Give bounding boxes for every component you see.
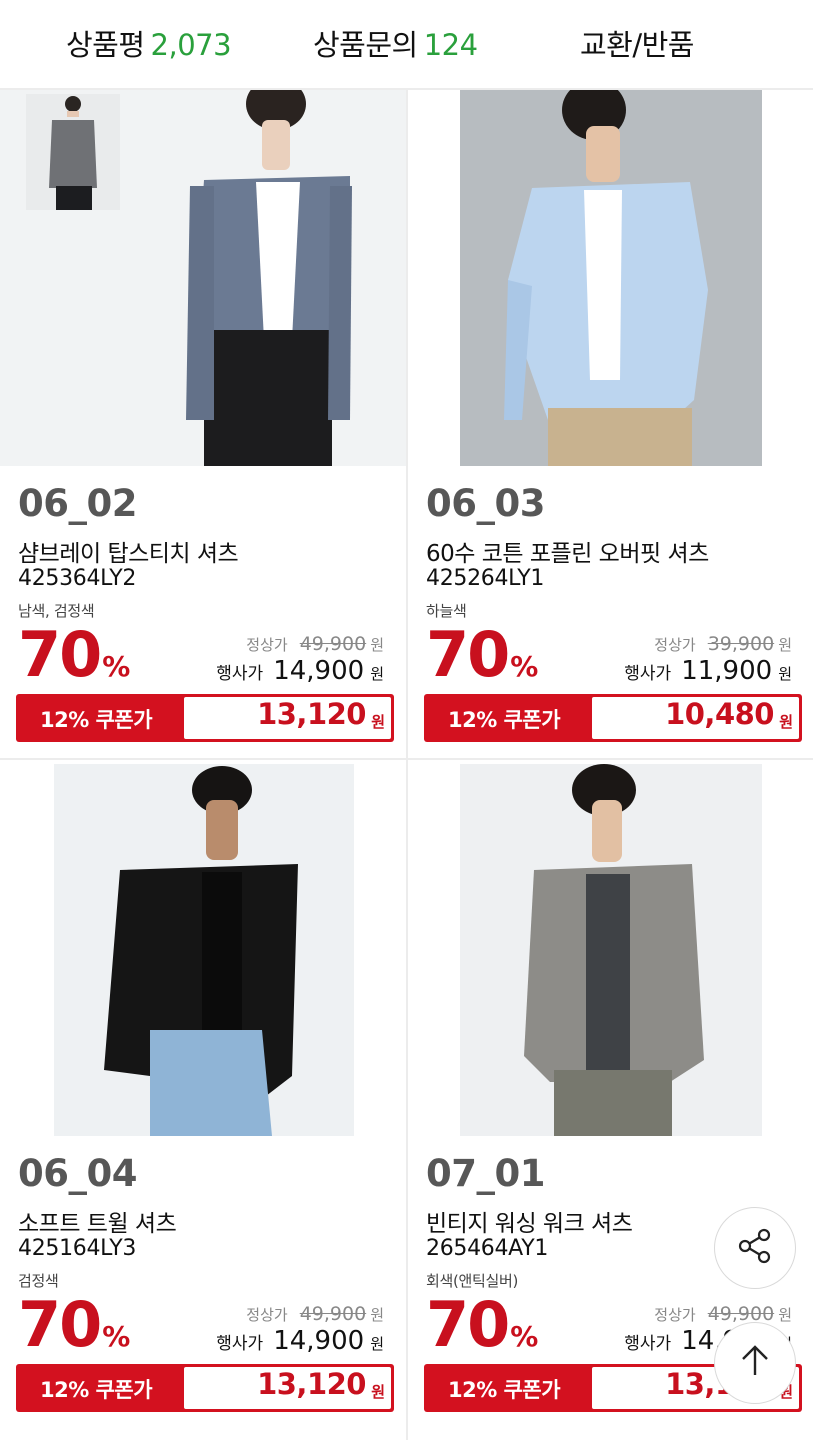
- currency-unit: 원: [370, 1335, 384, 1353]
- product-image[interactable]: [0, 90, 406, 466]
- product-code: 06_03: [426, 482, 545, 525]
- regular-price-value: 49,900: [299, 1303, 367, 1325]
- sale-price: 행사가 11,900 원: [624, 656, 792, 686]
- sale-price: 행사가 14,900 원: [216, 1326, 384, 1356]
- coupon-price-value: 13,120: [257, 1367, 366, 1401]
- sale-price-label: 행사가: [216, 664, 264, 684]
- regular-price-label: 정상가: [654, 636, 696, 654]
- discount-value: 70: [426, 1288, 510, 1361]
- coupon-label: 12% 쿠폰가: [448, 1378, 561, 1402]
- coupon-price-bar[interactable]: 12% 쿠폰가 13,120 원: [16, 694, 394, 742]
- regular-price-value: 49,900: [707, 1303, 775, 1325]
- discount-unit: %: [102, 650, 130, 683]
- discount-value: 70: [18, 1288, 102, 1361]
- arrow-up-icon: [735, 1341, 775, 1385]
- product-card[interactable]: 06_04 소프트 트윌 셔츠 425164LY3 검정색 70% 정상가 49,…: [0, 758, 406, 1428]
- product-code: 07_01: [426, 1152, 545, 1195]
- product-sku: 425264LY1: [426, 566, 545, 591]
- currency-unit: 원: [371, 1383, 385, 1401]
- tab-reviews-count: 2,073: [150, 28, 232, 62]
- coupon-price-bar[interactable]: 12% 쿠폰가 13,120 원: [16, 1364, 394, 1412]
- coupon-price-bar[interactable]: 12% 쿠폰가 10,480 원: [424, 694, 802, 742]
- coupon-label: 12% 쿠폰가: [40, 1378, 153, 1402]
- discount-rate: 70%: [426, 1288, 538, 1361]
- product-code: 06_02: [18, 482, 137, 525]
- currency-unit: 원: [779, 713, 793, 731]
- product-image[interactable]: [408, 760, 813, 1136]
- regular-price-label: 정상가: [654, 1306, 696, 1324]
- discount-value: 70: [18, 618, 102, 691]
- coupon-price-value: 13,120: [257, 697, 366, 731]
- currency-unit: 원: [370, 665, 384, 683]
- product-name[interactable]: 빈티지 워싱 워크 셔츠: [426, 1204, 633, 1238]
- currency-unit: 원: [778, 636, 792, 654]
- tab-inquiries[interactable]: 상품문의 124: [313, 22, 478, 64]
- regular-price: 정상가 39,900 원: [654, 633, 792, 655]
- product-code: 06_04: [18, 1152, 137, 1195]
- regular-price: 정상가 49,900 원: [246, 633, 384, 655]
- detail-tab-bar: 상품평 2,073 상품문의 124 교환/반품: [0, 0, 813, 88]
- product-name[interactable]: 60수 코튼 포플린 오버핏 셔츠: [426, 534, 709, 568]
- product-name[interactable]: 소프트 트윌 셔츠: [18, 1204, 177, 1238]
- thumbnail-image: [26, 94, 120, 210]
- product-name[interactable]: 샴브레이 탑스티치 셔츠: [18, 534, 239, 568]
- discount-unit: %: [510, 1320, 538, 1353]
- sale-price-value: 14,900: [273, 656, 365, 686]
- coupon-price-value: 10,480: [665, 697, 774, 731]
- product-image[interactable]: [0, 760, 406, 1136]
- regular-price-value: 49,900: [299, 633, 367, 655]
- discount-value: 70: [426, 618, 510, 691]
- product-sku: 425364LY2: [18, 566, 137, 591]
- regular-price-value: 39,900: [707, 633, 775, 655]
- scroll-to-top-button[interactable]: [714, 1322, 796, 1404]
- regular-price-label: 정상가: [246, 636, 288, 654]
- discount-unit: %: [102, 1320, 130, 1353]
- discount-rate: 70%: [426, 618, 538, 691]
- coupon-label: 12% 쿠폰가: [40, 708, 153, 732]
- currency-unit: 원: [778, 1306, 792, 1324]
- regular-price: 정상가 49,900 원: [654, 1303, 792, 1325]
- currency-unit: 원: [371, 713, 385, 731]
- share-icon: [735, 1226, 775, 1270]
- tab-inquiries-count: 124: [423, 28, 478, 62]
- product-sku: 425164LY3: [18, 1236, 137, 1261]
- coupon-label: 12% 쿠폰가: [448, 708, 561, 732]
- currency-unit: 원: [370, 636, 384, 654]
- discount-rate: 70%: [18, 1288, 130, 1361]
- regular-price-label: 정상가: [246, 1306, 288, 1324]
- tab-inquiries-label: 상품문의: [313, 28, 418, 62]
- tab-exchange-return-label: 교환/반품: [580, 28, 695, 62]
- sale-price-label: 행사가: [624, 1334, 672, 1354]
- sale-price-value: 11,900: [681, 656, 773, 686]
- product-card[interactable]: 06_02 샴브레이 탑스티치 셔츠 425364LY2 남색, 검정색 70%…: [0, 88, 406, 758]
- product-image[interactable]: [408, 90, 813, 466]
- sale-price: 행사가 14,900 원: [216, 656, 384, 686]
- tab-exchange-return[interactable]: 교환/반품: [580, 22, 695, 64]
- product-sku: 265464AY1: [426, 1236, 549, 1261]
- discount-unit: %: [510, 650, 538, 683]
- tab-reviews-label: 상품평: [66, 28, 145, 62]
- share-button[interactable]: [714, 1207, 796, 1289]
- sale-price-value: 14,900: [273, 1326, 365, 1356]
- discount-rate: 70%: [18, 618, 130, 691]
- currency-unit: 원: [370, 1306, 384, 1324]
- tab-reviews[interactable]: 상품평 2,073: [66, 22, 232, 64]
- regular-price: 정상가 49,900 원: [246, 1303, 384, 1325]
- sale-price-label: 행사가: [624, 664, 672, 684]
- currency-unit: 원: [778, 665, 792, 683]
- product-card[interactable]: 06_03 60수 코튼 포플린 오버핏 셔츠 425264LY1 하늘색 70…: [408, 88, 813, 758]
- sale-price-label: 행사가: [216, 1334, 264, 1354]
